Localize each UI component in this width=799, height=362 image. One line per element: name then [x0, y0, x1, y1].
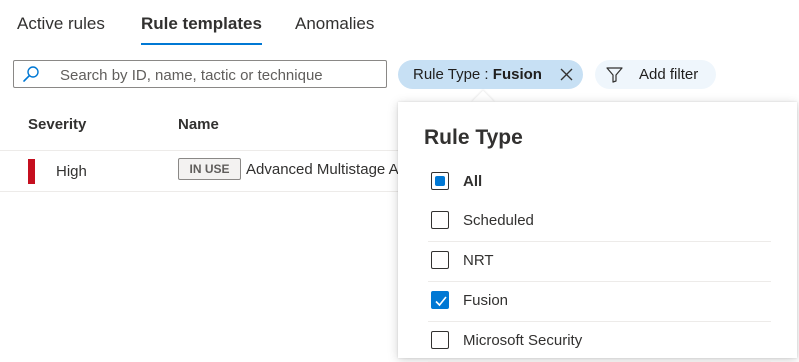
search-input[interactable]: [58, 64, 382, 86]
severity-indicator: [28, 159, 35, 184]
filter-option-fusion[interactable]: Fusion: [428, 281, 771, 322]
option-label: Fusion: [463, 292, 509, 309]
in-use-badge: IN USE: [178, 158, 241, 180]
close-icon[interactable]: [560, 68, 573, 81]
filter-option-scheduled[interactable]: Scheduled: [428, 201, 771, 242]
checkbox[interactable]: [431, 331, 449, 349]
filter-icon: [606, 67, 623, 83]
filter-pill-key: Rule Type :: [413, 66, 493, 83]
rule-type-filter-pill[interactable]: Rule Type : Fusion: [398, 60, 583, 89]
option-label: Microsoft Security: [463, 332, 583, 349]
severity-column-header[interactable]: Severity: [28, 116, 86, 133]
severity-value: High: [56, 163, 87, 180]
tab-bar: Active rules Rule templates Anomalies: [0, 0, 799, 50]
callout-title: Rule Type: [424, 126, 523, 149]
checkbox-checked[interactable]: [431, 291, 449, 309]
option-label: NRT: [463, 252, 494, 269]
tab-anomalies[interactable]: Anomalies: [295, 14, 374, 34]
selected-tab-indicator: [141, 43, 262, 45]
tab-rule-templates[interactable]: Rule templates: [141, 14, 262, 34]
rule-name: Advanced Multistage Attack Detection: [246, 161, 398, 178]
filter-pill-label: Rule Type : Fusion: [413, 66, 542, 83]
checkbox[interactable]: [431, 211, 449, 229]
table-row[interactable]: High IN USE Advanced Multistage Attack D…: [0, 151, 398, 192]
checkbox-indeterminate[interactable]: [431, 172, 449, 190]
add-filter-button[interactable]: Add filter: [595, 60, 716, 89]
search-box[interactable]: [13, 60, 387, 88]
filter-option-all[interactable]: All: [428, 162, 771, 202]
add-filter-label: Add filter: [639, 66, 699, 83]
name-column-header[interactable]: Name: [178, 116, 219, 133]
search-icon: [23, 66, 39, 82]
filter-option-microsoft-security[interactable]: Microsoft Security: [428, 321, 771, 362]
filter-pill-value: Fusion: [492, 66, 542, 83]
tab-active-rules[interactable]: Active rules: [17, 14, 105, 34]
option-label: All: [463, 173, 483, 190]
filter-option-nrt[interactable]: NRT: [428, 241, 771, 282]
checkmark-icon: [435, 296, 447, 307]
checkbox[interactable]: [431, 251, 449, 269]
option-label: Scheduled: [463, 212, 534, 229]
grid-header: Severity Name: [0, 100, 398, 151]
rule-type-filter-callout: Rule Type All Scheduled NRT Fusion Micro…: [398, 102, 797, 362]
